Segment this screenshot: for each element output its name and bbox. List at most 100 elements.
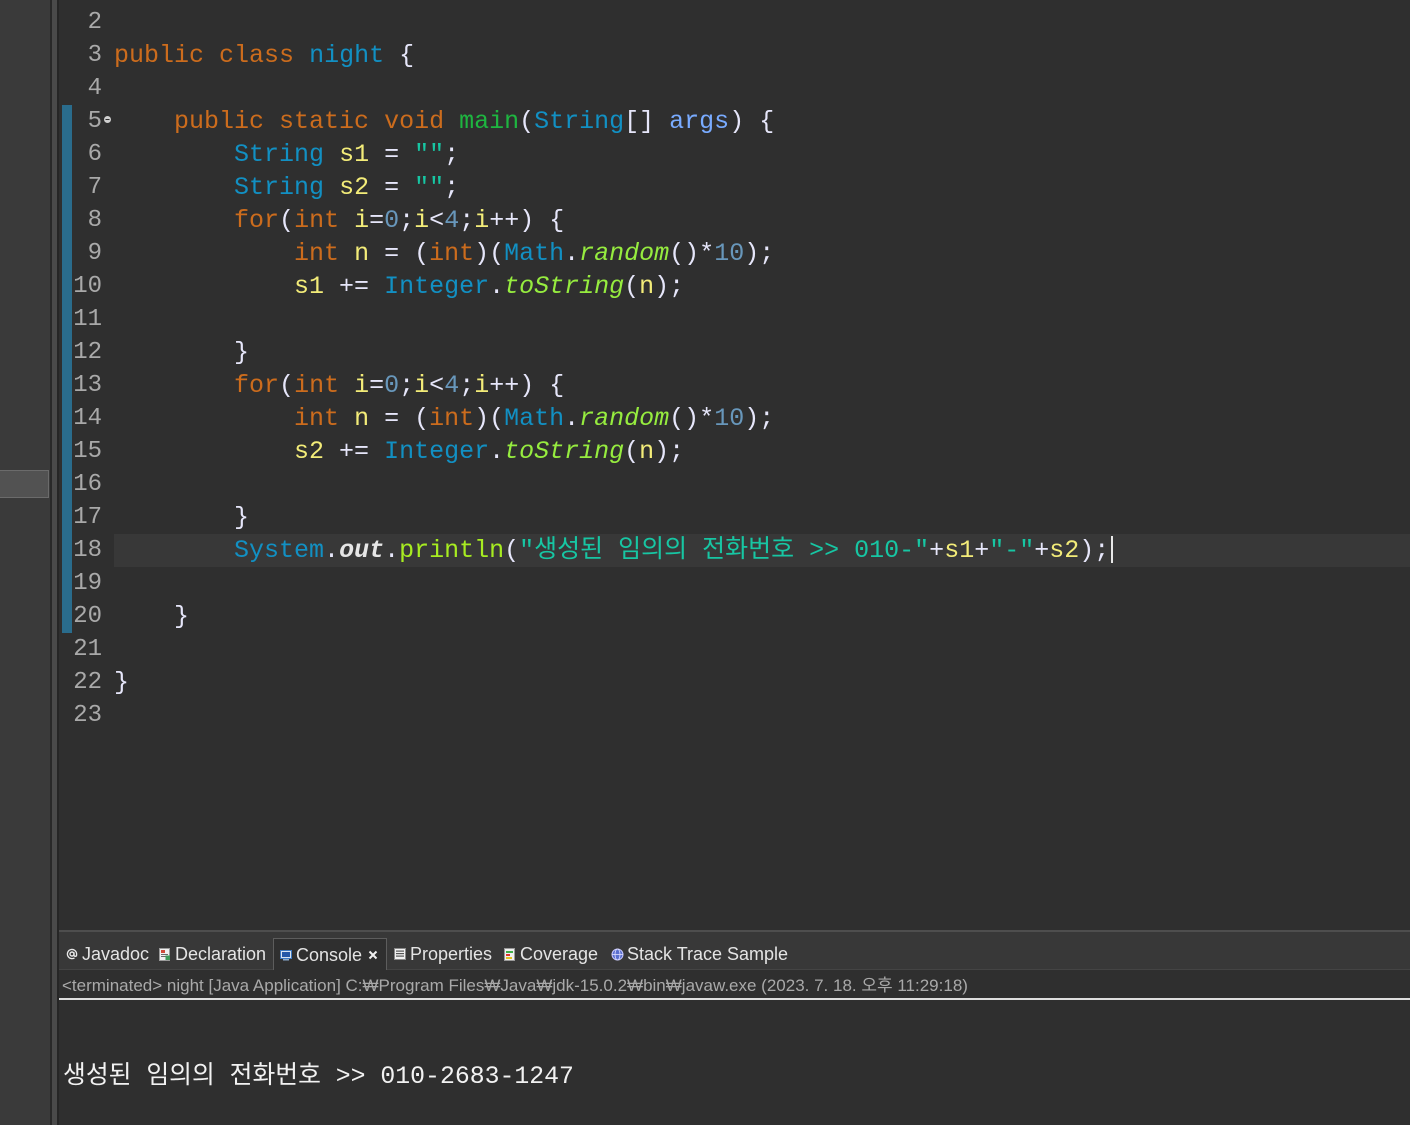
token-operator: ; [459, 370, 475, 400]
line-number[interactable]: 14 [72, 402, 102, 435]
token-static-method-call: random [579, 238, 670, 268]
code-lines: 2 3 public class night { 4 5 public static v… [59, 0, 1410, 928]
code-text[interactable] [114, 699, 1410, 732]
code-text[interactable] [114, 6, 1410, 39]
close-icon[interactable] [368, 950, 378, 960]
code-text[interactable]: } [114, 501, 1410, 534]
token-whitespace [114, 239, 294, 268]
minimized-view-handle[interactable] [0, 470, 49, 498]
token-operator: . [384, 535, 400, 565]
line-number[interactable]: 22 [72, 666, 102, 699]
view-tab-bar: Javadoc Declaration Console Properties C… [59, 932, 1410, 970]
token-keyword: for [234, 205, 280, 235]
current-line-code[interactable]: System.out.println("생성된 임의의 전화번호 >> 010-… [114, 533, 1410, 567]
line-number[interactable]: 16 [72, 468, 102, 501]
token-operator: ( [624, 271, 640, 301]
code-text[interactable]: for(int i=0;i<4;i++) { [114, 204, 1410, 237]
token-local-variable: i [354, 205, 370, 235]
token-operator: = ( [369, 403, 430, 433]
code-text[interactable] [114, 567, 1410, 600]
token-number-literal: 10 [714, 403, 745, 433]
line-number[interactable]: 21 [72, 633, 102, 666]
token-whitespace [114, 404, 294, 433]
fold-collapse-icon[interactable] [103, 115, 112, 124]
token-operator: ( [624, 436, 640, 466]
quick-diff-change-marker [62, 104, 72, 138]
token-type-name: String [534, 106, 625, 136]
java-editor[interactable]: 2 3 public class night { 4 5 public static v… [59, 0, 1410, 928]
line-number[interactable]: 9 [72, 237, 102, 270]
code-text[interactable]: } [114, 600, 1410, 633]
line-number[interactable]: 2 [72, 6, 102, 39]
line-number[interactable]: 7 [72, 171, 102, 204]
token-whitespace [114, 536, 234, 565]
code-line: 11 [59, 302, 1410, 336]
token-whitespace [264, 107, 279, 136]
line-number[interactable]: 20 [72, 600, 102, 633]
line-number[interactable]: 8 [72, 204, 102, 237]
code-text[interactable] [114, 72, 1410, 105]
token-local-variable: s1 [944, 535, 975, 565]
token-operator: ; [459, 205, 475, 235]
line-number[interactable]: 13 [72, 369, 102, 402]
vertical-sash[interactable] [50, 0, 59, 1125]
line-number[interactable]: 23 [72, 699, 102, 732]
quick-diff-gutter [62, 6, 72, 39]
code-text[interactable]: for(int i=0;i<4;i++) { [114, 369, 1410, 402]
code-text[interactable]: s1 += Integer.toString(n); [114, 270, 1410, 303]
line-number[interactable]: 10 [72, 270, 102, 303]
token-operator: } [234, 337, 250, 367]
code-line: 3 public class night { [59, 39, 1410, 72]
code-text[interactable]: public static void main(String[] args) { [114, 105, 1410, 138]
line-number[interactable]: 6 [72, 138, 102, 171]
tab-coverage[interactable]: Coverage [498, 938, 602, 970]
code-text[interactable]: } [114, 336, 1410, 369]
console-output[interactable]: 생성된 임의의 전화번호 >> 010-2683-1247 [63, 1002, 1410, 1125]
line-number[interactable]: 4 [72, 72, 102, 105]
token-local-variable: s1 [339, 139, 370, 169]
token-operator: ; [444, 139, 460, 169]
line-number[interactable]: 12 [72, 336, 102, 369]
tab-stack-trace-sample[interactable]: Stack Trace Sample [605, 938, 795, 970]
token-keyword: int [294, 238, 340, 268]
quick-diff-change-marker [62, 599, 72, 633]
line-number[interactable]: 19 [72, 567, 102, 600]
token-type-name: Integer [384, 436, 490, 466]
token-number-literal: 0 [384, 370, 400, 400]
line-number[interactable]: 18 [72, 534, 102, 567]
coverage-icon [504, 948, 517, 961]
code-text[interactable]: int n = (int)(Math.random()*10); [114, 402, 1410, 435]
token-local-variable: n [354, 403, 370, 433]
tab-javadoc[interactable]: Javadoc [60, 938, 150, 970]
token-operator: = [369, 205, 385, 235]
token-keyword: int [294, 205, 340, 235]
line-number[interactable]: 11 [72, 303, 102, 336]
code-text[interactable]: s2 += Integer.toString(n); [114, 435, 1410, 468]
code-text[interactable]: String s1 = ""; [114, 138, 1410, 171]
code-text[interactable]: int n = (int)(Math.random()*10); [114, 237, 1410, 270]
code-text[interactable]: } [114, 666, 1410, 699]
line-number[interactable]: 5 [72, 105, 102, 138]
token-operator: += [324, 436, 385, 466]
code-text[interactable] [114, 633, 1410, 666]
code-text[interactable] [114, 468, 1410, 501]
token-type-name: String [234, 172, 325, 202]
line-number[interactable]: 3 [72, 39, 102, 72]
token-local-variable: n [354, 238, 370, 268]
tab-properties[interactable]: Properties [388, 938, 495, 970]
token-whitespace [339, 206, 354, 235]
token-operator: ; [399, 370, 415, 400]
quick-diff-change-marker [62, 368, 72, 402]
tab-declaration[interactable]: Declaration [153, 938, 271, 970]
line-number[interactable]: 17 [72, 501, 102, 534]
tab-console[interactable]: Console [273, 938, 387, 970]
line-number[interactable]: 15 [72, 435, 102, 468]
token-operator: ()* [669, 403, 715, 433]
token-operator: + [974, 535, 990, 565]
code-text[interactable] [114, 303, 1410, 336]
token-local-variable: n [639, 436, 655, 466]
code-text[interactable]: String s2 = ""; [114, 171, 1410, 204]
tab-label: Console [296, 945, 363, 965]
code-text[interactable]: public class night { [114, 39, 1410, 72]
token-whitespace [114, 140, 234, 169]
